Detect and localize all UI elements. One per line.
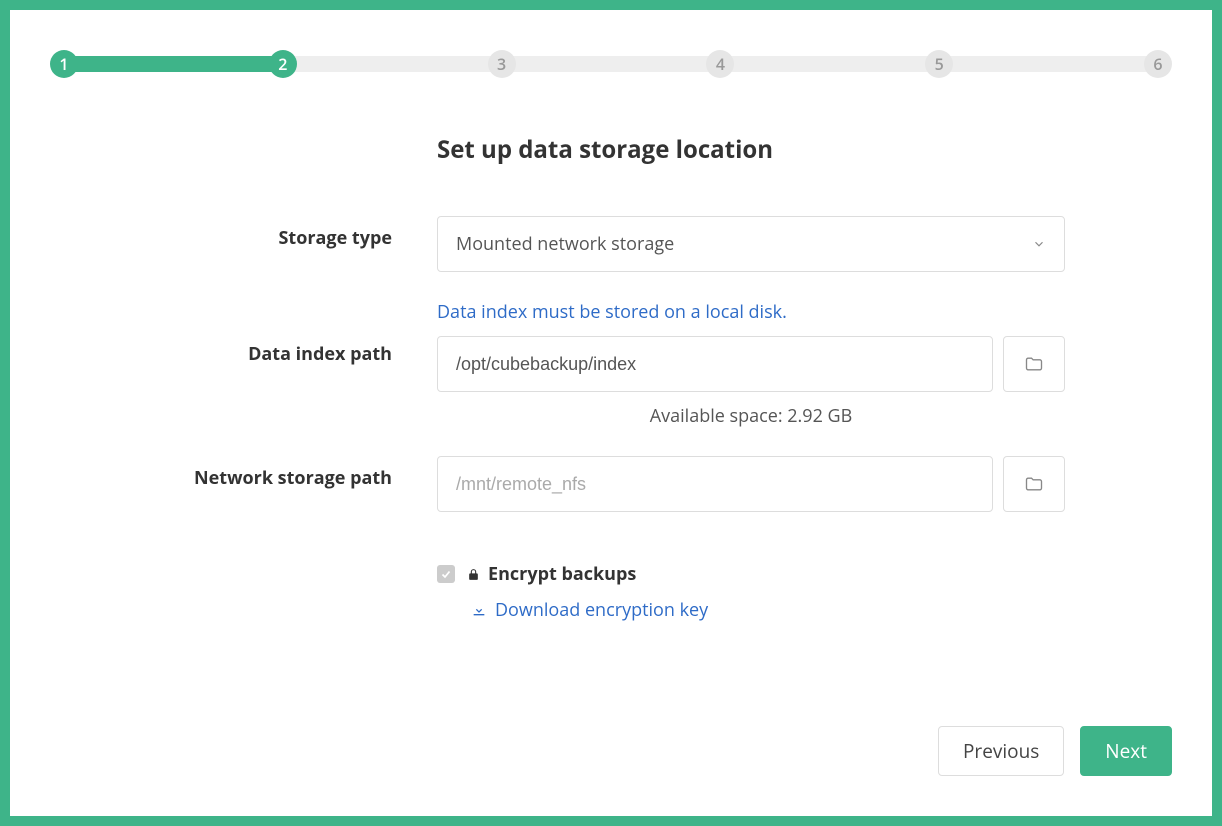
setup-panel: 1 2 3 4 5 6 Set up data storage location…: [10, 10, 1212, 816]
network-storage-row: Network storage path: [50, 456, 1172, 512]
download-encryption-key-text: Download encryption key: [495, 598, 708, 622]
network-storage-input[interactable]: [437, 456, 993, 512]
step-3[interactable]: 3: [488, 50, 516, 78]
storage-type-value: Mounted network storage: [456, 232, 674, 256]
data-index-browse-button[interactable]: [1003, 336, 1065, 392]
data-index-info: Data index must be stored on a local dis…: [437, 300, 1065, 324]
check-icon: [440, 568, 452, 580]
network-storage-browse-button[interactable]: [1003, 456, 1065, 512]
storage-type-row: Storage type Mounted network storage: [50, 216, 1172, 272]
next-button[interactable]: Next: [1080, 726, 1172, 776]
storage-type-select[interactable]: Mounted network storage: [437, 216, 1065, 272]
folder-icon: [1024, 474, 1044, 494]
data-index-row: Data index path Data index must be store…: [50, 300, 1172, 428]
download-icon: [471, 602, 487, 618]
encrypt-label-wrap: Encrypt backups: [467, 562, 636, 586]
data-index-label: Data index path: [50, 300, 437, 366]
encrypt-label: Encrypt backups: [488, 562, 636, 586]
page-title: Set up data storage location: [437, 133, 1172, 166]
footer-buttons: Previous Next: [938, 726, 1172, 776]
data-index-input[interactable]: [437, 336, 993, 392]
previous-button[interactable]: Previous: [938, 726, 1064, 776]
step-2[interactable]: 2: [269, 50, 297, 78]
storage-type-label: Storage type: [50, 216, 437, 250]
steps-row: 1 2 3 4 5 6: [50, 50, 1172, 78]
step-4[interactable]: 4: [706, 50, 734, 78]
step-1[interactable]: 1: [50, 50, 78, 78]
step-5[interactable]: 5: [925, 50, 953, 78]
encryption-spacer: [50, 562, 437, 572]
download-encryption-key-link[interactable]: Download encryption key: [471, 598, 1065, 622]
step-6[interactable]: 6: [1144, 50, 1172, 78]
chevron-down-icon: [1032, 237, 1046, 251]
available-space: Available space: 2.92 GB: [437, 404, 1065, 428]
network-storage-label: Network storage path: [50, 456, 437, 490]
encrypt-checkbox[interactable]: [437, 565, 455, 583]
lock-icon: [467, 567, 480, 582]
folder-icon: [1024, 354, 1044, 374]
encryption-row: Encrypt backups Download encryption key: [50, 562, 1172, 622]
stepper: 1 2 3 4 5 6: [50, 50, 1172, 78]
